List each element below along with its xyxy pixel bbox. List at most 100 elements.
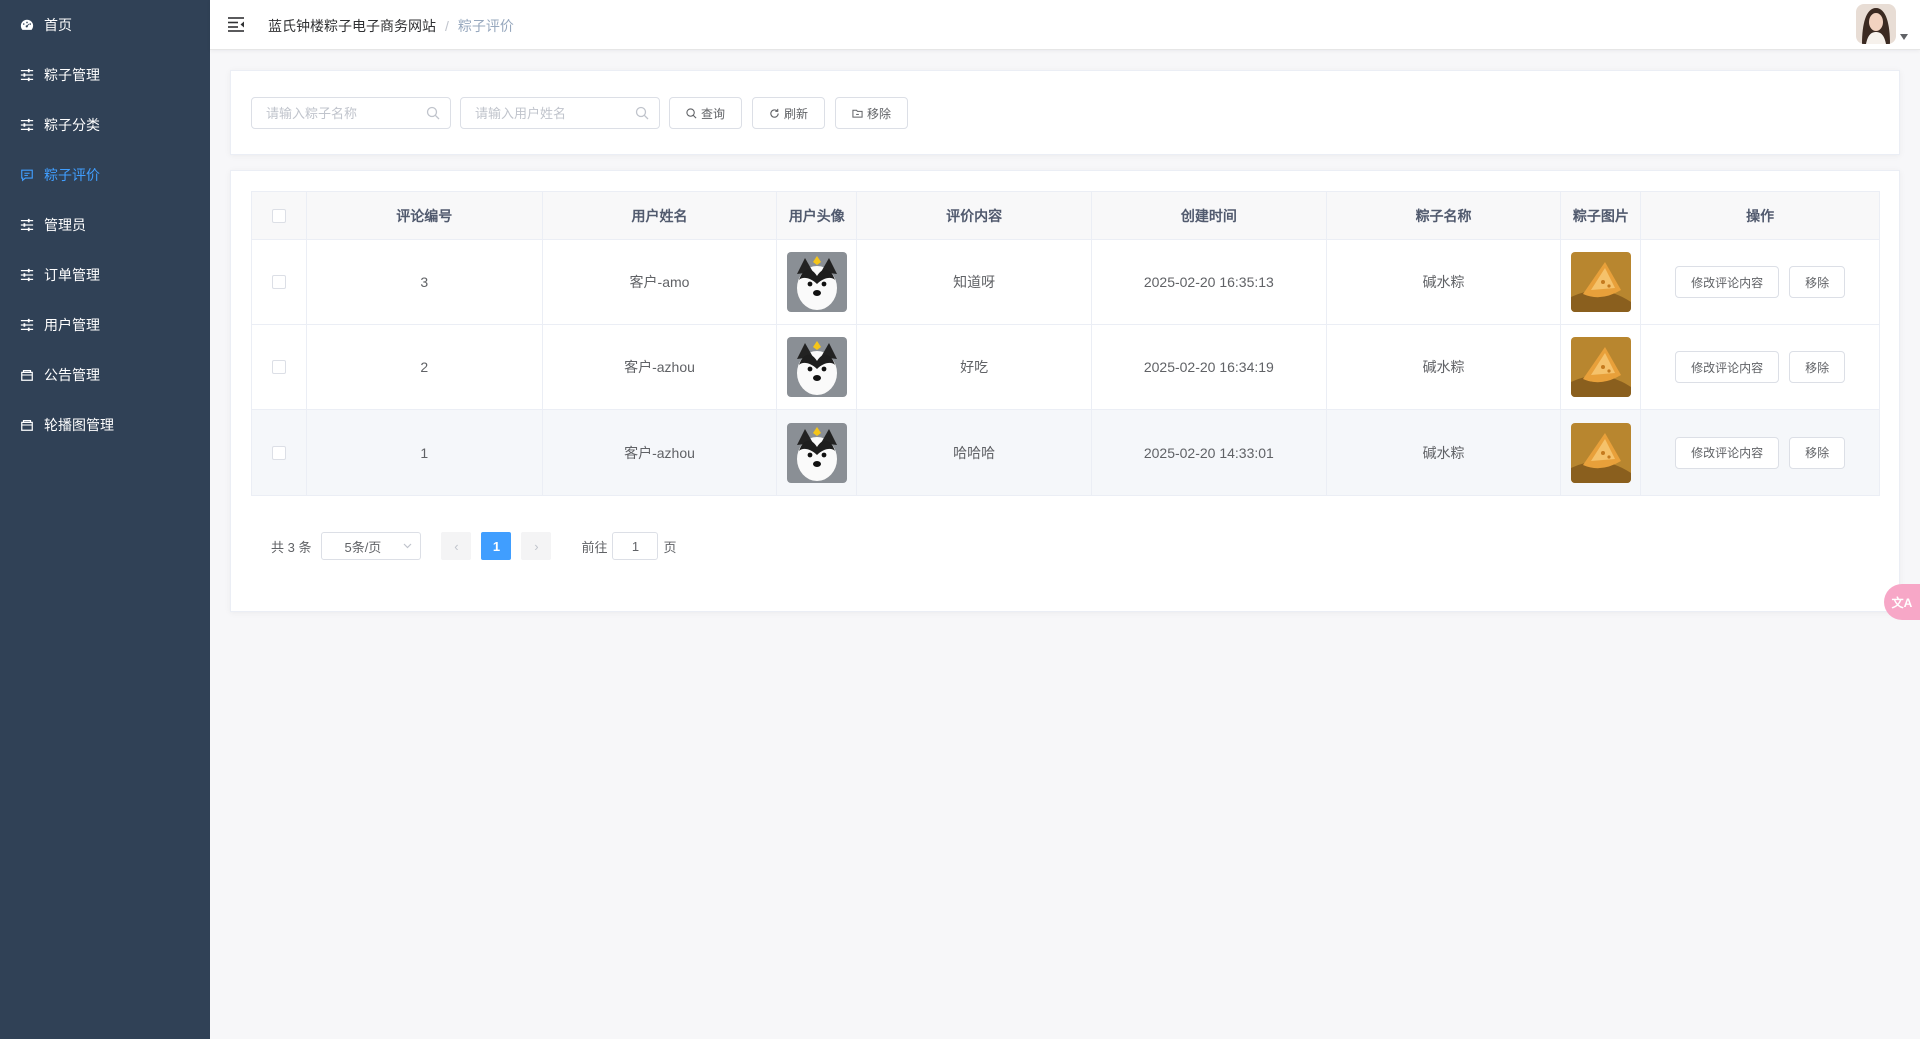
user-dropdown[interactable] bbox=[1856, 4, 1908, 44]
search-icon bbox=[686, 107, 697, 118]
avatar[interactable] bbox=[1856, 4, 1896, 44]
column-header: 评价内容 bbox=[857, 192, 1092, 239]
column-header: 创建时间 bbox=[1092, 192, 1327, 239]
pagination: 共 3 条 5条/页 ‹ 1 › 前往 页 bbox=[271, 531, 677, 561]
review-id-cell: 1 bbox=[307, 410, 543, 495]
review-table: 评论编号 用户姓名 用户头像 评价内容 创建时间 粽子名称 粽子图片 操作 3 … bbox=[251, 191, 1880, 496]
created-time-cell: 2025-02-20 14:33:01 bbox=[1092, 410, 1327, 495]
select-all-checkbox[interactable] bbox=[271, 208, 286, 223]
folder-delete-icon bbox=[852, 109, 863, 118]
user-name-cell: 客户-azhou bbox=[543, 325, 778, 409]
breadcrumb-separator: / bbox=[445, 18, 449, 34]
product-name-search-field[interactable] bbox=[251, 97, 451, 129]
row-checkbox[interactable] bbox=[271, 360, 286, 374]
refresh-button[interactable]: 刷新 bbox=[752, 97, 825, 129]
review-content-cell: 好吃 bbox=[857, 325, 1092, 409]
sidebar-item-label: 轮播图管理 bbox=[44, 417, 114, 433]
column-header: 粽子名称 bbox=[1327, 192, 1562, 239]
column-header: 粽子图片 bbox=[1561, 192, 1642, 239]
review-id-cell: 2 bbox=[307, 325, 543, 409]
search-panel: 查询 刷新 移除 bbox=[230, 70, 1900, 155]
goto-page-input[interactable] bbox=[612, 532, 659, 560]
box-icon bbox=[20, 418, 34, 432]
sliders-icon bbox=[20, 68, 34, 82]
sidebar-item-label: 公告管理 bbox=[44, 367, 100, 383]
breadcrumb-root[interactable]: 蓝氏钟楼粽子电子商务网站 bbox=[268, 16, 436, 36]
search-icon bbox=[635, 106, 649, 120]
table-panel: 评论编号 用户姓名 用户头像 评价内容 创建时间 粽子名称 粽子图片 操作 3 … bbox=[230, 170, 1900, 612]
sidebar-item-label: 管理员 bbox=[44, 217, 86, 233]
sidebar-item-admin[interactable]: 管理员 bbox=[0, 200, 210, 250]
edit-review-button[interactable]: 修改评论内容 bbox=[1675, 436, 1780, 469]
sidebar: 首页 粽子管理 粽子分类 粽子评价 管理员 订单管理 用户管理 公告管理 轮播图… bbox=[0, 0, 210, 1039]
goto-label: 前往 bbox=[581, 539, 608, 555]
message-icon bbox=[20, 168, 34, 182]
column-header: 评论编号 bbox=[307, 192, 543, 239]
product-name-input[interactable] bbox=[266, 98, 436, 128]
sliders-icon bbox=[20, 268, 34, 282]
menu-fold-icon[interactable] bbox=[227, 15, 245, 33]
sidebar-item-product-management[interactable]: 粽子管理 bbox=[0, 50, 210, 100]
delete-review-button[interactable]: 移除 bbox=[1789, 266, 1846, 298]
sidebar-item-users[interactable]: 用户管理 bbox=[0, 300, 210, 350]
chevron-down-icon bbox=[404, 543, 412, 549]
page-size-value: 5条/页 bbox=[344, 539, 382, 555]
sidebar-item-category[interactable]: 粽子分类 bbox=[0, 100, 210, 150]
sidebar-item-label: 粽子分类 bbox=[44, 117, 100, 133]
edit-review-button[interactable]: 修改评论内容 bbox=[1675, 266, 1780, 298]
page-size-select[interactable]: 5条/页 bbox=[321, 532, 422, 560]
product-image[interactable] bbox=[1570, 252, 1631, 312]
page-number-button[interactable]: 1 bbox=[481, 532, 512, 560]
column-header: 操作 bbox=[1746, 207, 1775, 224]
sidebar-item-carousel[interactable]: 轮播图管理 bbox=[0, 400, 210, 450]
breadcrumb: 蓝氏钟楼粽子电子商务网站 / 粽子评价 bbox=[268, 16, 514, 36]
delete-review-button[interactable]: 移除 bbox=[1789, 436, 1846, 469]
search-icon bbox=[426, 106, 440, 120]
refresh-icon bbox=[770, 108, 779, 118]
column-header: 用户头像 bbox=[777, 192, 858, 239]
sidebar-item-announcements[interactable]: 公告管理 bbox=[0, 350, 210, 400]
product-name-cell: 碱水粽 bbox=[1327, 240, 1562, 324]
row-checkbox[interactable] bbox=[271, 275, 286, 289]
row-checkbox[interactable] bbox=[271, 445, 286, 460]
user-name-input[interactable] bbox=[475, 98, 645, 128]
product-image[interactable] bbox=[1570, 422, 1631, 483]
batch-remove-button[interactable]: 移除 bbox=[835, 97, 908, 129]
review-content-cell: 哈哈哈 bbox=[857, 410, 1092, 495]
sidebar-item-orders[interactable]: 订单管理 bbox=[0, 250, 210, 300]
product-image[interactable] bbox=[1570, 337, 1631, 397]
created-time-cell: 2025-02-20 16:34:19 bbox=[1092, 325, 1327, 409]
sidebar-item-home[interactable]: 首页 bbox=[0, 0, 210, 50]
next-page-button[interactable]: › bbox=[521, 532, 552, 560]
delete-review-button[interactable]: 移除 bbox=[1789, 351, 1846, 383]
table-row: 1 客户-azhou 哈哈哈 2025-02-20 14:33:01 碱水粽 修… bbox=[252, 410, 1879, 495]
pagination-total: 共 3 条 bbox=[271, 539, 312, 555]
user-avatar-image[interactable] bbox=[786, 337, 847, 397]
query-button-label: 查询 bbox=[700, 106, 725, 121]
top-navbar: 蓝氏钟楼粽子电子商务网站 / 粽子评价 bbox=[210, 0, 1920, 50]
query-button[interactable]: 查询 bbox=[669, 97, 742, 129]
prev-page-button[interactable]: ‹ bbox=[441, 532, 472, 560]
sliders-icon bbox=[20, 218, 34, 232]
refresh-button-label: 刷新 bbox=[783, 106, 808, 121]
sidebar-item-label: 粽子评价 bbox=[44, 167, 100, 183]
page-jumper: 前往 页 bbox=[581, 532, 677, 560]
sidebar-item-label: 粽子管理 bbox=[44, 67, 100, 83]
table-row: 2 客户-azhou 好吃 2025-02-20 16:34:19 碱水粽 修改… bbox=[252, 325, 1879, 410]
review-content-cell: 知道呀 bbox=[857, 240, 1092, 324]
edit-review-button[interactable]: 修改评论内容 bbox=[1675, 351, 1780, 383]
sidebar-item-reviews[interactable]: 粽子评价 bbox=[0, 150, 210, 200]
translate-float-button[interactable]: 文A bbox=[1884, 584, 1920, 620]
page-unit-label: 页 bbox=[663, 539, 677, 555]
product-name-cell: 碱水粽 bbox=[1327, 410, 1562, 495]
sidebar-item-label: 订单管理 bbox=[44, 267, 100, 283]
user-name-search-field[interactable] bbox=[460, 97, 660, 129]
product-name-cell: 碱水粽 bbox=[1327, 325, 1562, 409]
user-avatar-image[interactable] bbox=[786, 252, 847, 312]
column-header: 用户姓名 bbox=[543, 192, 778, 239]
sidebar-item-label: 首页 bbox=[44, 17, 72, 33]
breadcrumb-current: 粽子评价 bbox=[457, 18, 514, 34]
caret-down-icon bbox=[1900, 34, 1908, 40]
user-avatar-image[interactable] bbox=[786, 422, 847, 483]
created-time-cell: 2025-02-20 16:35:13 bbox=[1092, 240, 1327, 324]
